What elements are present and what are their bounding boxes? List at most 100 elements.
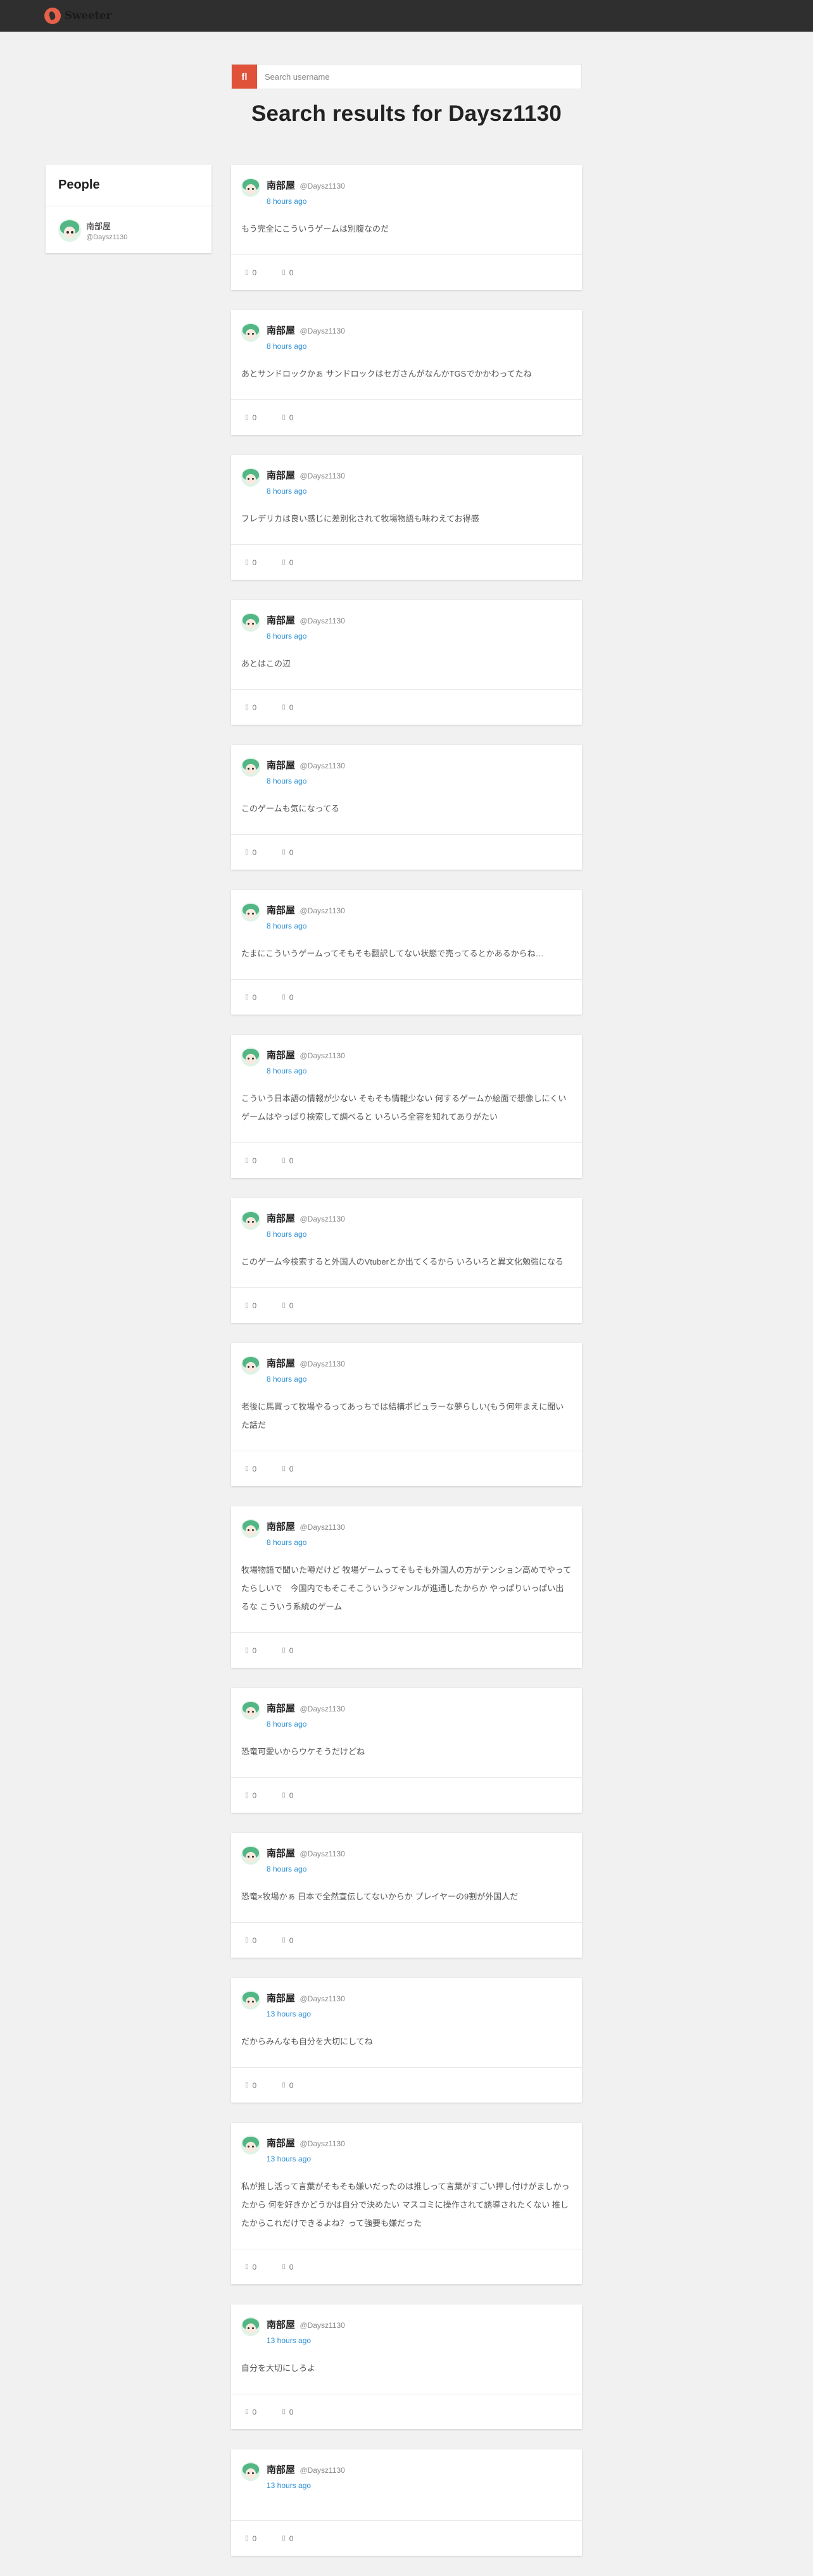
post-timestamp[interactable]: 13 hours ago <box>267 2336 345 2345</box>
post-author-handle[interactable]: @Daysz1130 <box>299 1994 344 2003</box>
like-button[interactable]: ▯ 0 <box>245 1646 256 1655</box>
repost-button[interactable]: ▯ 0 <box>282 413 293 422</box>
repost-button[interactable]: ▯ 0 <box>282 2081 293 2090</box>
post-card[interactable]: 南部屋 @Daysz1130 8 hours ago 牧場物語で聞いた噂だけど … <box>231 1506 582 1668</box>
post-timestamp[interactable]: 13 hours ago <box>267 2010 345 2018</box>
post-card[interactable]: 南部屋 @Daysz1130 8 hours ago 恐竜可愛いからウケそうだけ… <box>231 1688 582 1813</box>
avatar[interactable] <box>241 1991 260 2010</box>
like-button[interactable]: ▯ 0 <box>245 268 256 277</box>
post-timestamp[interactable]: 8 hours ago <box>267 1230 345 1239</box>
post-timestamp[interactable]: 13 hours ago <box>267 2481 345 2490</box>
avatar[interactable] <box>241 1701 260 1720</box>
avatar[interactable] <box>241 1211 260 1230</box>
like-button[interactable]: ▯ 0 <box>245 413 256 422</box>
post-card[interactable]: 南部屋 @Daysz1130 8 hours ago あとサンドロックかぁ サン… <box>231 310 582 435</box>
post-timestamp[interactable]: 8 hours ago <box>267 1865 345 1873</box>
avatar[interactable] <box>241 758 260 777</box>
like-button[interactable]: ▯ 0 <box>245 2263 256 2272</box>
post-card[interactable]: 南部屋 @Daysz1130 8 hours ago フレデリカは良い感じに差別… <box>231 455 582 580</box>
post-author-name[interactable]: 南部屋 <box>267 1358 295 1369</box>
post-card[interactable]: 南部屋 @Daysz1130 8 hours ago もう完全にこういうゲームは… <box>231 165 582 290</box>
like-button[interactable]: ▯ 0 <box>245 2534 256 2543</box>
post-author-name[interactable]: 南部屋 <box>267 470 295 481</box>
post-card[interactable]: 南部屋 @Daysz1130 8 hours ago 老後に馬買って牧場やるって… <box>231 1343 582 1486</box>
repost-button[interactable]: ▯ 0 <box>282 1465 293 1473</box>
search-button[interactable]: fl <box>232 65 257 89</box>
avatar[interactable] <box>241 903 260 922</box>
post-author-name[interactable]: 南部屋 <box>267 2138 295 2149</box>
post-author-name[interactable]: 南部屋 <box>267 2320 295 2330</box>
app-logo[interactable]: Sweeter <box>44 8 111 24</box>
post-author-name[interactable]: 南部屋 <box>267 1848 295 1859</box>
post-author-handle[interactable]: @Daysz1130 <box>299 472 344 480</box>
like-button[interactable]: ▯ 0 <box>245 2081 256 2090</box>
post-card[interactable]: 南部屋 @Daysz1130 13 hours ago 自分を大切にしろよ ▯ … <box>231 2304 582 2429</box>
post-author-handle[interactable]: @Daysz1130 <box>299 616 344 625</box>
repost-button[interactable]: ▯ 0 <box>282 1646 293 1655</box>
post-timestamp[interactable]: 8 hours ago <box>267 777 345 785</box>
repost-button[interactable]: ▯ 0 <box>282 703 293 712</box>
repost-button[interactable]: ▯ 0 <box>282 268 293 277</box>
post-timestamp[interactable]: 8 hours ago <box>267 1066 345 1075</box>
post-author-name[interactable]: 南部屋 <box>267 615 295 626</box>
post-author-handle[interactable]: @Daysz1130 <box>299 327 344 335</box>
post-author-handle[interactable]: @Daysz1130 <box>299 2139 344 2148</box>
like-button[interactable]: ▯ 0 <box>245 703 256 712</box>
post-timestamp[interactable]: 8 hours ago <box>267 922 345 930</box>
like-button[interactable]: ▯ 0 <box>245 848 256 857</box>
post-author-name[interactable]: 南部屋 <box>267 180 295 191</box>
like-button[interactable]: ▯ 0 <box>245 1156 256 1165</box>
post-author-handle[interactable]: @Daysz1130 <box>299 1704 344 1713</box>
people-item[interactable]: 南部屋 @Daysz1130 <box>46 206 211 242</box>
avatar[interactable] <box>241 1846 260 1865</box>
repost-button[interactable]: ▯ 0 <box>282 1301 293 1310</box>
post-card[interactable]: 南部屋 @Daysz1130 8 hours ago こういう日本語の情報が少な… <box>231 1035 582 1178</box>
avatar[interactable] <box>241 1356 260 1375</box>
avatar[interactable] <box>241 613 260 632</box>
post-timestamp[interactable]: 8 hours ago <box>267 342 345 351</box>
post-author-handle[interactable]: @Daysz1130 <box>299 2321 344 2330</box>
avatar[interactable] <box>241 1047 260 1066</box>
repost-button[interactable]: ▯ 0 <box>282 2263 293 2272</box>
post-timestamp[interactable]: 8 hours ago <box>267 1375 345 1384</box>
avatar[interactable] <box>241 2317 260 2336</box>
avatar[interactable] <box>241 2462 260 2481</box>
post-author-handle[interactable]: @Daysz1130 <box>299 1523 344 1532</box>
post-author-name[interactable]: 南部屋 <box>267 1703 295 1714</box>
post-author-handle[interactable]: @Daysz1130 <box>299 182 344 191</box>
post-card[interactable]: 南部屋 @Daysz1130 8 hours ago あとはこの辺 ▯ 0 ▯ … <box>231 600 582 725</box>
repost-button[interactable]: ▯ 0 <box>282 1936 293 1945</box>
like-button[interactable]: ▯ 0 <box>245 558 256 567</box>
like-button[interactable]: ▯ 0 <box>245 2408 256 2417</box>
avatar[interactable] <box>241 178 260 197</box>
post-author-name[interactable]: 南部屋 <box>267 1213 295 1224</box>
avatar[interactable] <box>241 1519 260 1538</box>
post-author-handle[interactable]: @Daysz1130 <box>299 1215 344 1223</box>
post-card[interactable]: 南部屋 @Daysz1130 8 hours ago たまにこういうゲームってそ… <box>231 890 582 1015</box>
post-author-handle[interactable]: @Daysz1130 <box>299 906 344 915</box>
repost-button[interactable]: ▯ 0 <box>282 993 293 1002</box>
repost-button[interactable]: ▯ 0 <box>282 2534 293 2543</box>
post-author-handle[interactable]: @Daysz1130 <box>299 2466 344 2475</box>
post-timestamp[interactable]: 13 hours ago <box>267 2154 345 2163</box>
like-button[interactable]: ▯ 0 <box>245 1936 256 1945</box>
search-input[interactable] <box>257 65 581 89</box>
post-card[interactable]: 南部屋 @Daysz1130 8 hours ago このゲームも気になってる … <box>231 745 582 870</box>
post-card[interactable]: 南部屋 @Daysz1130 8 hours ago このゲーム今検索すると外国… <box>231 1198 582 1323</box>
post-author-handle[interactable]: @Daysz1130 <box>299 1051 344 1060</box>
post-timestamp[interactable]: 8 hours ago <box>267 1720 345 1729</box>
repost-button[interactable]: ▯ 0 <box>282 848 293 857</box>
post-card[interactable]: 南部屋 @Daysz1130 13 hours ago だからみんなも自分を大切… <box>231 1978 582 2103</box>
post-author-name[interactable]: 南部屋 <box>267 325 295 336</box>
post-author-name[interactable]: 南部屋 <box>267 2465 295 2475</box>
avatar[interactable] <box>241 323 260 342</box>
like-button[interactable]: ▯ 0 <box>245 1465 256 1473</box>
post-card[interactable]: 南部屋 @Daysz1130 8 hours ago 恐竜×牧場かぁ 日本で全然… <box>231 1833 582 1958</box>
repost-button[interactable]: ▯ 0 <box>282 1791 293 1800</box>
avatar[interactable] <box>241 468 260 487</box>
post-timestamp[interactable]: 8 hours ago <box>267 197 345 206</box>
post-card[interactable]: 南部屋 @Daysz1130 13 hours ago ▯ 0 ▯ 0 <box>231 2449 582 2556</box>
post-author-name[interactable]: 南部屋 <box>267 1522 295 1532</box>
post-author-name[interactable]: 南部屋 <box>267 760 295 771</box>
post-author-handle[interactable]: @Daysz1130 <box>299 761 344 770</box>
